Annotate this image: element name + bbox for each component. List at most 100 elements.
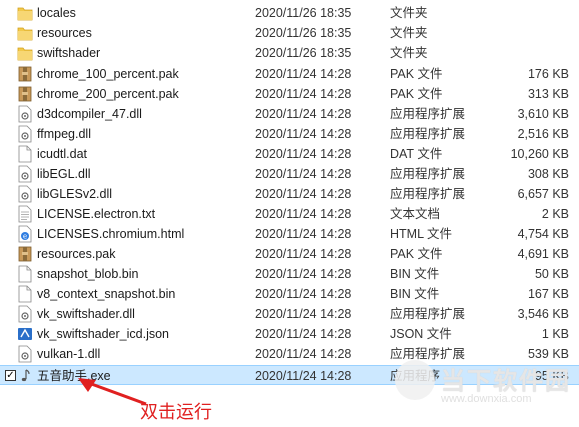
file-row[interactable]: libEGL.dll 2020/11/24 14:28 应用程序扩展 308 KB xyxy=(0,164,579,184)
file-size: 313 KB xyxy=(527,87,569,101)
file-date: 2020/11/24 14:28 xyxy=(255,207,352,221)
file-type: 应用程序扩展 xyxy=(390,307,466,321)
file-row[interactable]: icudtl.dat 2020/11/24 14:28 DAT 文件 10,260 K… xyxy=(0,144,579,164)
file-type: 应用程序扩展 xyxy=(390,187,466,201)
file-row[interactable]: LICENSE.electron.txt 2020/11/24 14:28 文本文档… xyxy=(0,204,579,224)
dll-file-icon xyxy=(17,345,33,363)
file-name: chrome_100_percent.pak xyxy=(37,67,179,81)
file-row[interactable]: vk_swiftshader.dll 2020/11/24 14:28 应用程序扩展… xyxy=(0,304,579,324)
file-size: 2 KB xyxy=(541,207,569,221)
file-name: LICENSES.chromium.html xyxy=(37,227,185,241)
pak-file-icon xyxy=(17,65,33,83)
file-size: 176 KB xyxy=(527,67,569,81)
file-type: BIN 文件 xyxy=(390,267,440,281)
file-name: snapshot_blob.bin xyxy=(37,267,139,281)
file-size: 167 KB xyxy=(527,287,569,301)
file-name: icudtl.dat xyxy=(37,147,88,161)
file-date: 2020/11/26 18:35 xyxy=(255,46,352,60)
dll-file-icon xyxy=(17,305,33,323)
file-name: chrome_200_percent.pak xyxy=(37,87,179,101)
watermark: 当下软件园 www.downxia.com xyxy=(395,357,579,427)
dll-file-icon xyxy=(17,125,33,143)
file-type: 应用程序扩展 xyxy=(390,127,466,141)
html-file-icon: e xyxy=(17,225,33,243)
file-type: DAT 文件 xyxy=(390,147,443,161)
file-date: 2020/11/26 18:35 xyxy=(255,6,352,20)
file-type: PAK 文件 xyxy=(390,67,443,81)
json-file-icon xyxy=(17,325,33,343)
file-type: HTML 文件 xyxy=(390,227,453,241)
file-row[interactable]: v8_context_snapshot.bin 2020/11/24 14:28 B… xyxy=(0,284,579,304)
file-name: locales xyxy=(37,6,76,20)
file-date: 2020/11/24 14:28 xyxy=(255,307,352,321)
file-size: 1 KB xyxy=(541,327,569,341)
file-row[interactable]: vk_swiftshader_icd.json 2020/11/24 14:28 J… xyxy=(0,324,579,344)
file-date: 2020/11/24 14:28 xyxy=(255,267,352,281)
file-size: 308 KB xyxy=(527,167,569,181)
file-name: resources.pak xyxy=(37,247,116,261)
file-row[interactable]: libGLESv2.dll 2020/11/24 14:28 应用程序扩展 6,657… xyxy=(0,184,579,204)
file-name: LICENSE.electron.txt xyxy=(37,207,156,221)
file-date: 2020/11/26 18:35 xyxy=(255,26,352,40)
file-explorer-list: locales 2020/11/26 18:35 文件夹 resources 2020/… xyxy=(0,0,579,427)
file-type: JSON 文件 xyxy=(390,327,452,341)
file-name: ffmpeg.dll xyxy=(37,127,91,141)
file-type: 文件夹 xyxy=(390,46,428,60)
file-name: vk_swiftshader.dll xyxy=(37,307,135,321)
file-size: 3,546 KB xyxy=(517,307,569,321)
file-row[interactable]: snapshot_blob.bin 2020/11/24 14:28 BIN 文件 5… xyxy=(0,264,579,284)
file-type: 应用程序扩展 xyxy=(390,107,466,121)
watermark-url: www.downxia.com xyxy=(441,393,532,405)
dll-file-icon xyxy=(17,105,33,123)
blank-file-icon xyxy=(17,265,33,283)
file-size: 6,657 KB xyxy=(517,187,569,201)
watermark-logo-icon xyxy=(395,360,435,400)
file-date: 2020/11/24 14:28 xyxy=(255,369,352,383)
file-row[interactable]: e LICENSES.chromium.html 2020/11/24 14:28 H… xyxy=(0,224,579,244)
file-type: 应用程序扩展 xyxy=(390,167,466,181)
folder-row[interactable]: locales 2020/11/26 18:35 文件夹 xyxy=(0,3,579,23)
file-date: 2020/11/24 14:28 xyxy=(255,127,352,141)
file-name: d3dcompiler_47.dll xyxy=(37,107,142,121)
file-row[interactable]: chrome_100_percent.pak 2020/11/24 14:28 PA… xyxy=(0,64,579,84)
file-size: 4,691 KB xyxy=(517,247,569,261)
select-checkbox[interactable]: ✓ xyxy=(5,370,16,381)
file-name: resources xyxy=(37,26,92,40)
file-date: 2020/11/24 14:28 xyxy=(255,167,352,181)
file-row[interactable]: d3dcompiler_47.dll 2020/11/24 14:28 应用程序扩展… xyxy=(0,104,579,124)
file-date: 2020/11/24 14:28 xyxy=(255,247,352,261)
svg-text:e: e xyxy=(23,233,27,241)
folder-row[interactable]: swiftshader 2020/11/26 18:35 文件夹 xyxy=(0,43,579,63)
file-size: 10,260 KB xyxy=(510,147,569,161)
file-name: vulkan-1.dll xyxy=(37,347,101,361)
pak-file-icon xyxy=(17,245,33,263)
dll-file-icon xyxy=(17,165,33,183)
file-type: 文件夹 xyxy=(390,6,428,20)
file-type: 文本文档 xyxy=(390,207,441,221)
file-row[interactable]: resources.pak 2020/11/24 14:28 PAK 文件 4,691… xyxy=(0,244,579,264)
file-type: PAK 文件 xyxy=(390,87,443,101)
file-size: 2,516 KB xyxy=(517,127,569,141)
file-row[interactable]: chrome_200_percent.pak 2020/11/24 14:28 PA… xyxy=(0,84,579,104)
file-name: libEGL.dll xyxy=(37,167,91,181)
text-file-icon xyxy=(17,205,33,223)
file-size: 4,754 KB xyxy=(517,227,569,241)
blank-file-icon xyxy=(17,285,33,303)
folder-icon xyxy=(17,44,33,62)
file-date: 2020/11/24 14:28 xyxy=(255,347,352,361)
file-date: 2020/11/24 14:28 xyxy=(255,107,352,121)
file-date: 2020/11/24 14:28 xyxy=(255,227,352,241)
file-row[interactable]: ffmpeg.dll 2020/11/24 14:28 应用程序扩展 2,516 KB xyxy=(0,124,579,144)
file-name: vk_swiftshader_icd.json xyxy=(37,327,170,341)
file-type: PAK 文件 xyxy=(390,247,443,261)
dll-file-icon xyxy=(17,185,33,203)
folder-row[interactable]: resources 2020/11/26 18:35 文件夹 xyxy=(0,23,579,43)
file-type: BIN 文件 xyxy=(390,287,440,301)
watermark-text: 当下软件园 xyxy=(441,368,571,395)
file-date: 2020/11/24 14:28 xyxy=(255,87,352,101)
folder-icon xyxy=(17,24,33,42)
pak-file-icon xyxy=(17,85,33,103)
blank-file-icon xyxy=(17,145,33,163)
file-date: 2020/11/24 14:28 xyxy=(255,187,352,201)
file-size: 3,610 KB xyxy=(517,107,569,121)
